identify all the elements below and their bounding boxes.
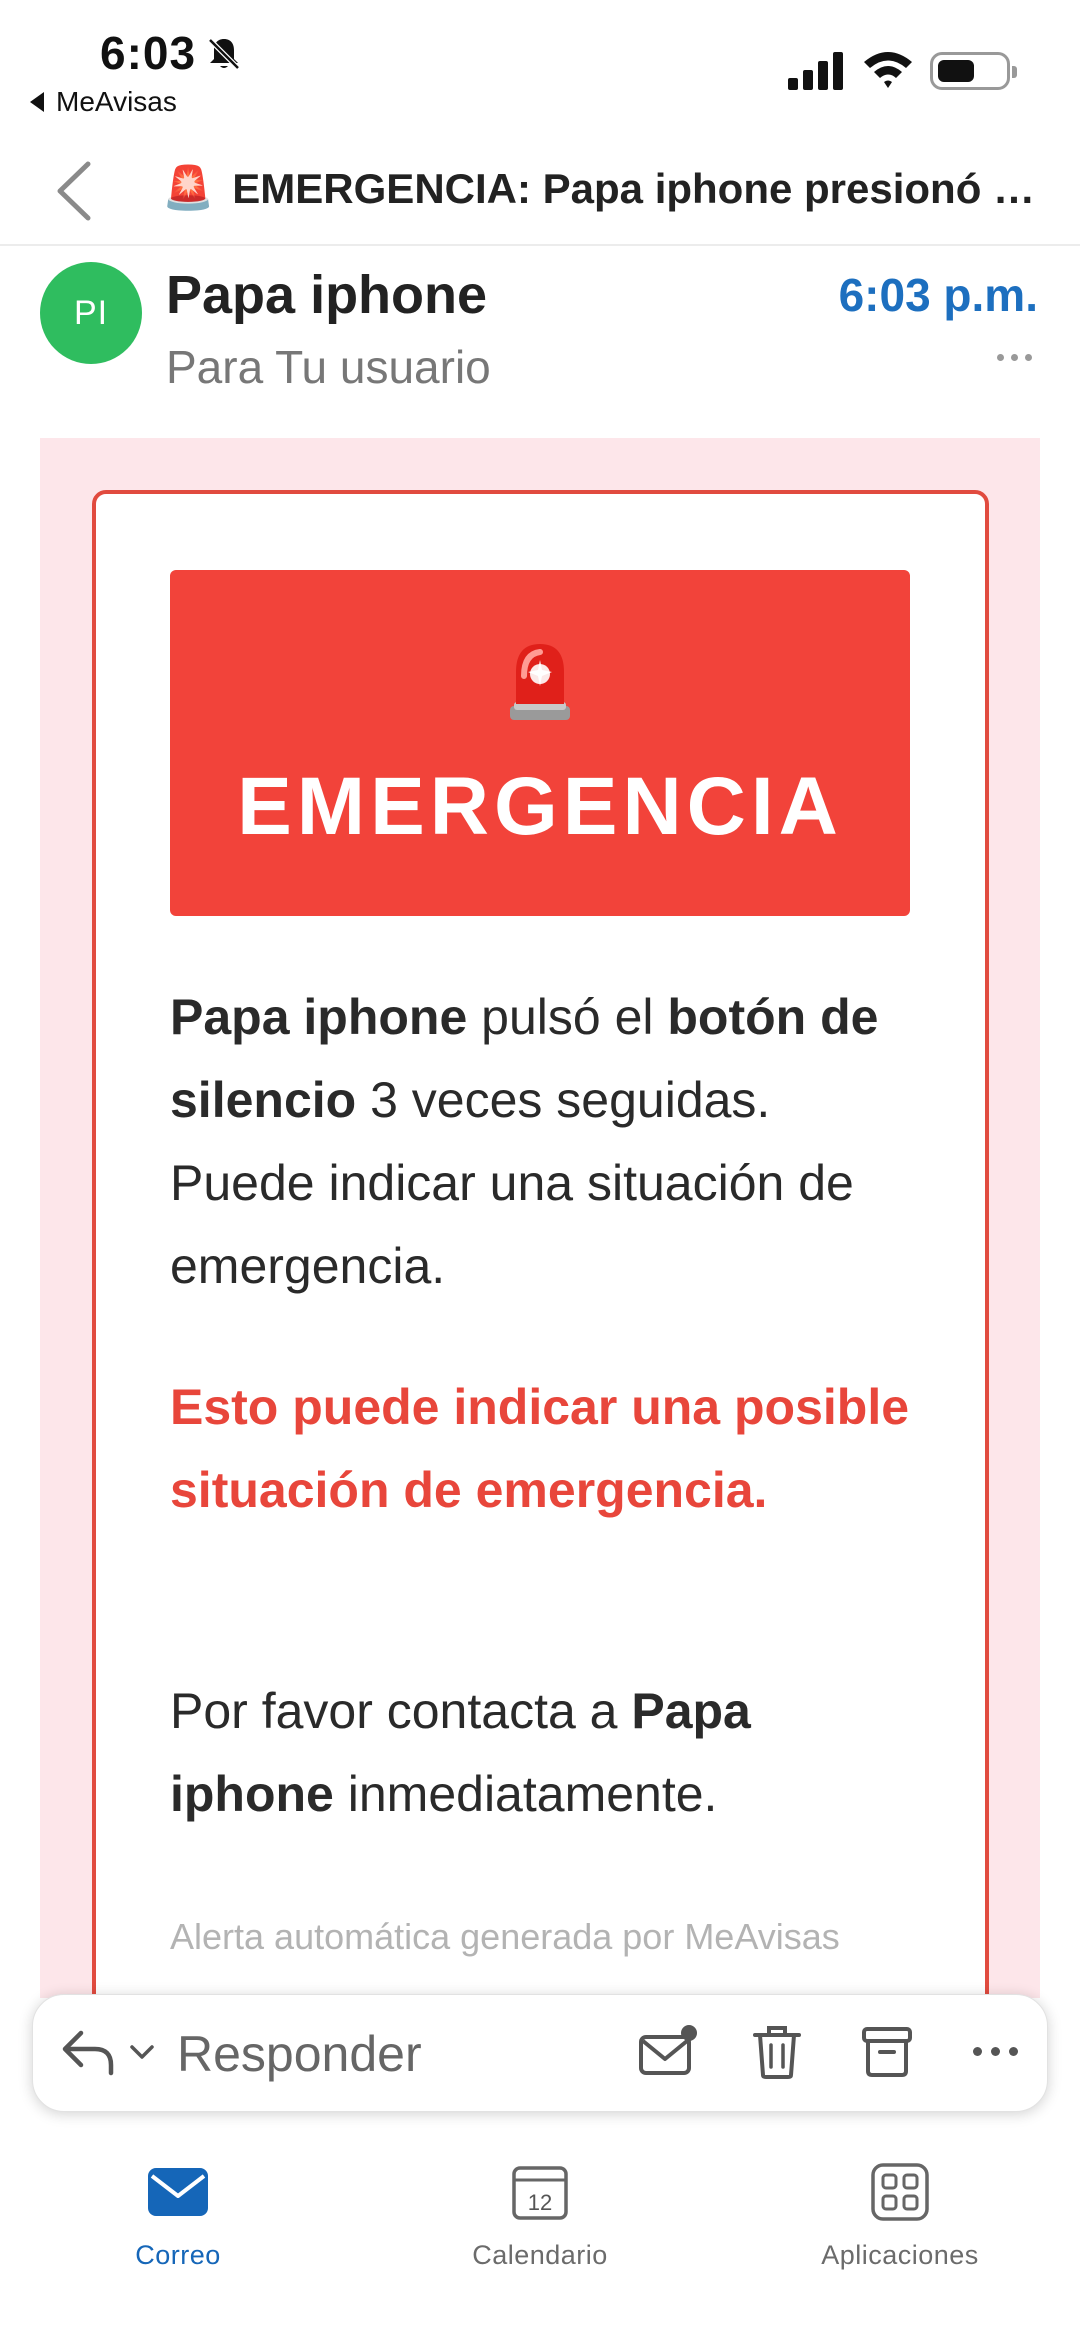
back-app-label: MeAvisas <box>56 86 177 117</box>
archive-icon[interactable] <box>861 2025 913 2079</box>
person-name: Papa iphone <box>170 989 468 1045</box>
tab-aplicaciones[interactable]: Aplicaciones <box>770 2150 1030 2271</box>
reply-button[interactable]: Responder <box>177 2025 422 2083</box>
emergency-banner: EMERGENCIA <box>170 570 910 916</box>
header-divider <box>0 244 1080 246</box>
reply-toolbar: Responder <box>32 1994 1048 2112</box>
bell-slash-icon <box>208 38 240 70</box>
siren-icon <box>510 644 570 720</box>
more-options-icon[interactable] <box>997 354 1032 361</box>
tab-label: Calendario <box>472 2240 608 2270</box>
battery-icon <box>930 52 1017 90</box>
reply-icon[interactable] <box>61 2027 117 2077</box>
avatar[interactable]: PI <box>40 262 142 364</box>
contact-instruction: Por favor contacta a Papa iphone inmedia… <box>170 1670 910 1836</box>
trash-icon[interactable] <box>751 2023 803 2081</box>
back-triangle-icon <box>30 92 44 112</box>
siren-emoji-icon: 🚨 <box>162 164 215 211</box>
apps-icon <box>871 2163 929 2221</box>
chevron-down-icon[interactable] <box>129 2043 155 2061</box>
mail-icon <box>148 2168 208 2216</box>
text-span: pulsó el <box>467 989 668 1045</box>
cellular-signal-icon <box>788 52 843 90</box>
tab-calendario[interactable]: 12 Calendario <box>410 2150 670 2271</box>
calendar-icon: 12 <box>512 2166 568 2220</box>
calendar-day: 12 <box>528 2190 552 2215</box>
sender-name[interactable]: Papa iphone <box>166 264 487 326</box>
bottom-tab-bar: Correo 12 Calendario Aplicaciones <box>0 2130 1080 2341</box>
overflow-menu-icon[interactable] <box>973 2047 1018 2056</box>
status-time: 6:03 <box>100 27 197 79</box>
back-button[interactable] <box>50 158 100 224</box>
screen: 6:03 MeAvisas 🚨 EMERGENCIA: Papa iphone … <box>0 0 1080 2341</box>
warning-text: Esto puede indicar una posible situación… <box>170 1379 910 1518</box>
tab-label: Correo <box>135 2240 221 2270</box>
email-subject-title: 🚨 EMERGENCIA: Papa iphone presionó el bo… <box>162 164 1042 213</box>
mark-unread-icon[interactable] <box>637 2023 697 2079</box>
alert-paragraph: Papa iphone pulsó el botón de silencio 3… <box>170 976 910 1308</box>
recipient-line[interactable]: Para Tu usuario <box>166 340 491 394</box>
tab-label: Aplicaciones <box>821 2240 979 2270</box>
footer-note: Alerta automática generada por MeAvisas <box>170 1916 840 1957</box>
subject-text: EMERGENCIA: Papa iphone presionó el botó… <box>232 164 1042 212</box>
back-to-app-link[interactable]: MeAvisas <box>30 86 177 118</box>
sent-time: 6:03 p.m. <box>838 269 1038 321</box>
text-span: Por favor contacta a <box>170 1683 632 1739</box>
text-span: inmediatamente. <box>333 1766 718 1822</box>
banner-title: EMERGENCIA <box>237 761 843 852</box>
wifi-icon <box>864 52 912 88</box>
tab-correo[interactable]: Correo <box>48 2150 308 2271</box>
